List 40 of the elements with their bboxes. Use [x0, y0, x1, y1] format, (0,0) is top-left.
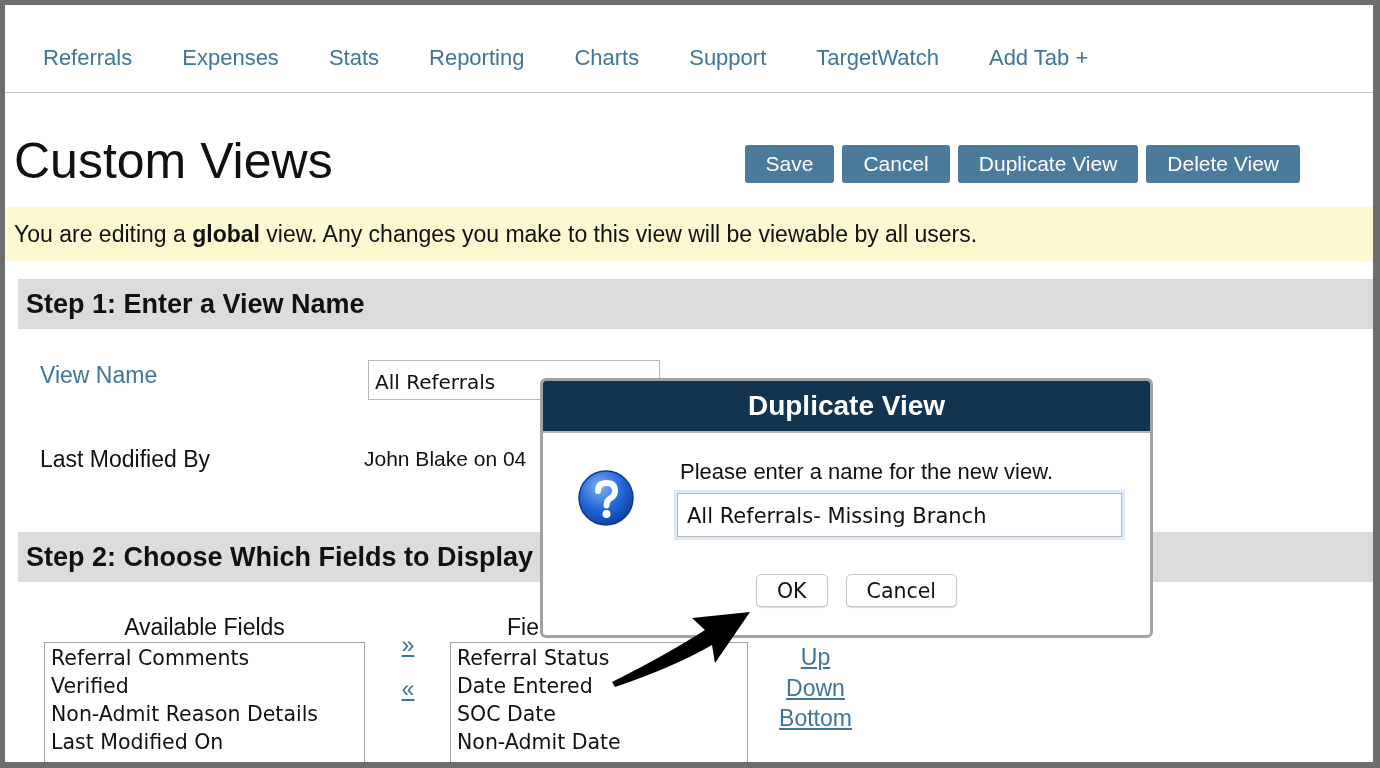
- order-link[interactable]: Bottom: [779, 703, 852, 734]
- order-link[interactable]: Down: [786, 672, 845, 703]
- notice-banner: You are editing a global view. Any changes you make to this view will be viewable by all users.: [5, 207, 1373, 261]
- list-item[interactable]: Verified: [51, 672, 358, 700]
- field-list[interactable]: Referral Comments Verified Non-Admit Reason Details Last Modified On: [44, 642, 365, 762]
- nav-tab[interactable]: Charts: [574, 44, 640, 71]
- move-link[interactable]: «: [398, 677, 418, 701]
- name-field[interactable]: All Referrals- Missing Branch: [677, 493, 1122, 537]
- field-label: View Name: [40, 361, 159, 390]
- dialog-title: Duplicate View: [543, 381, 1150, 433]
- list-item[interactable]: SOC Date: [457, 700, 741, 728]
- order-link[interactable]: Up: [800, 642, 831, 673]
- list-item[interactable]: Non-Admit Date: [457, 728, 741, 756]
- page-title: Custom Views: [14, 136, 333, 186]
- nav-tab[interactable]: TargetWatch: [816, 44, 939, 71]
- nav-tab[interactable]: Referrals: [43, 44, 133, 71]
- nav-tab[interactable]: Expenses: [182, 44, 279, 71]
- toolbar-button[interactable]: Cancel: [842, 145, 950, 183]
- dialog-button[interactable]: OK: [755, 574, 828, 607]
- field-label: Last Modified By: [40, 445, 212, 474]
- list-item[interactable]: Referral Comments: [51, 644, 358, 672]
- nav-tab[interactable]: Reporting: [429, 44, 525, 71]
- nav-tab[interactable]: Add Tab +: [988, 44, 1089, 71]
- toolbar-button[interactable]: Duplicate View: [957, 145, 1139, 183]
- nav-tab[interactable]: Stats: [328, 44, 379, 71]
- list-item[interactable]: Referral Status: [457, 644, 741, 672]
- section-header: Step 1: Enter a View Name: [18, 279, 1373, 329]
- toolbar-button[interactable]: Delete View: [1146, 145, 1300, 183]
- field-value: John Blake on 04: [364, 446, 527, 472]
- list-header: Fie: [507, 615, 539, 639]
- nav-tab[interactable]: Support: [689, 44, 767, 71]
- question-icon: [578, 470, 634, 526]
- dialog-prompt: Please enter a name for the new view.: [680, 460, 1054, 484]
- list-header: Available Fields: [123, 615, 286, 639]
- list-item[interactable]: Non-Admit Reason Details: [51, 700, 358, 728]
- toolbar-button[interactable]: Save: [744, 145, 835, 183]
- dialog-button[interactable]: Cancel: [845, 574, 957, 607]
- move-link[interactable]: »: [398, 633, 418, 657]
- list-item[interactable]: Date Entered: [457, 672, 741, 700]
- list-item[interactable]: Last Modified On: [51, 728, 358, 756]
